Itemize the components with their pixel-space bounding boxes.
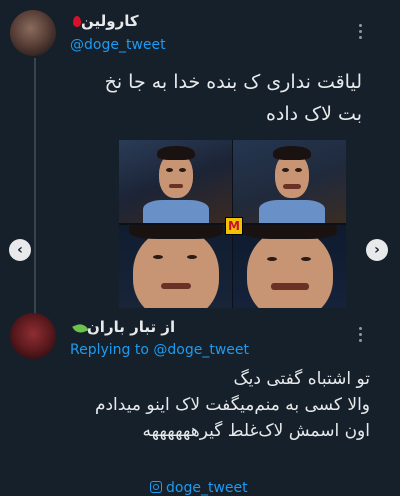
meme-panel-closeup-smiling [233,225,346,308]
instagram-watermark: doge_tweet [150,480,248,496]
reply-text: تو اشتباه گفتی دیگ والا کسی به منم‌میگفت… [40,366,370,444]
meme-badge-icon: M [225,217,243,235]
reply-more-options-icon[interactable] [359,327,363,345]
tweet-author-handle[interactable]: @doge_tweet [70,37,166,53]
watermark-text: doge_tweet [166,480,248,496]
screenshot-frame: کارولین @doge_tweet لیاقت نداری ک بنده خ… [0,0,400,496]
meme-panel-closeup-lips-pressed [119,225,232,308]
reply-text-line: تو اشتباه گفتی دیگ [233,369,370,389]
instagram-icon [150,481,162,493]
reply-text-line: اون اسمش لاک‌غلط گیرههههههه [142,421,370,441]
tweet-text-line: بت لاک داده [265,103,362,125]
leaf-icon [72,318,89,336]
tweet-author-name-text: کارولین [81,12,139,30]
meme-panel-smiling-wide [233,140,346,223]
replying-to-link[interactable]: Replying to @doge_tweet [70,342,249,358]
tweet-media-image[interactable]: M [119,140,346,308]
reply-text-line: والا کسی به منم‌میگفت لاک اینو میدادم [94,395,370,415]
meme-badge-letter: M [228,219,240,233]
chevron-left-icon[interactable]: ‹ [9,239,31,261]
tweet-author-name[interactable]: کارولین [70,12,139,30]
tweet-text-line: لیاقت نداری ک بنده خدا به جا نخ [104,71,362,93]
meme-panel-smiling [119,140,232,223]
tweet-more-options-icon[interactable] [359,24,363,42]
tweet-text: لیاقت نداری ک بنده خدا به جا نخ بت لاک د… [62,66,362,130]
tweet-author-avatar[interactable] [10,10,56,56]
drop-of-blood-icon [73,12,81,30]
chevron-right-icon[interactable]: › [366,239,388,261]
reply-author-avatar[interactable] [10,313,56,359]
reply-author-name[interactable]: از تبار باران [70,318,175,336]
reply-author-name-text: از تبار باران [87,318,176,336]
thread-line [34,58,36,318]
